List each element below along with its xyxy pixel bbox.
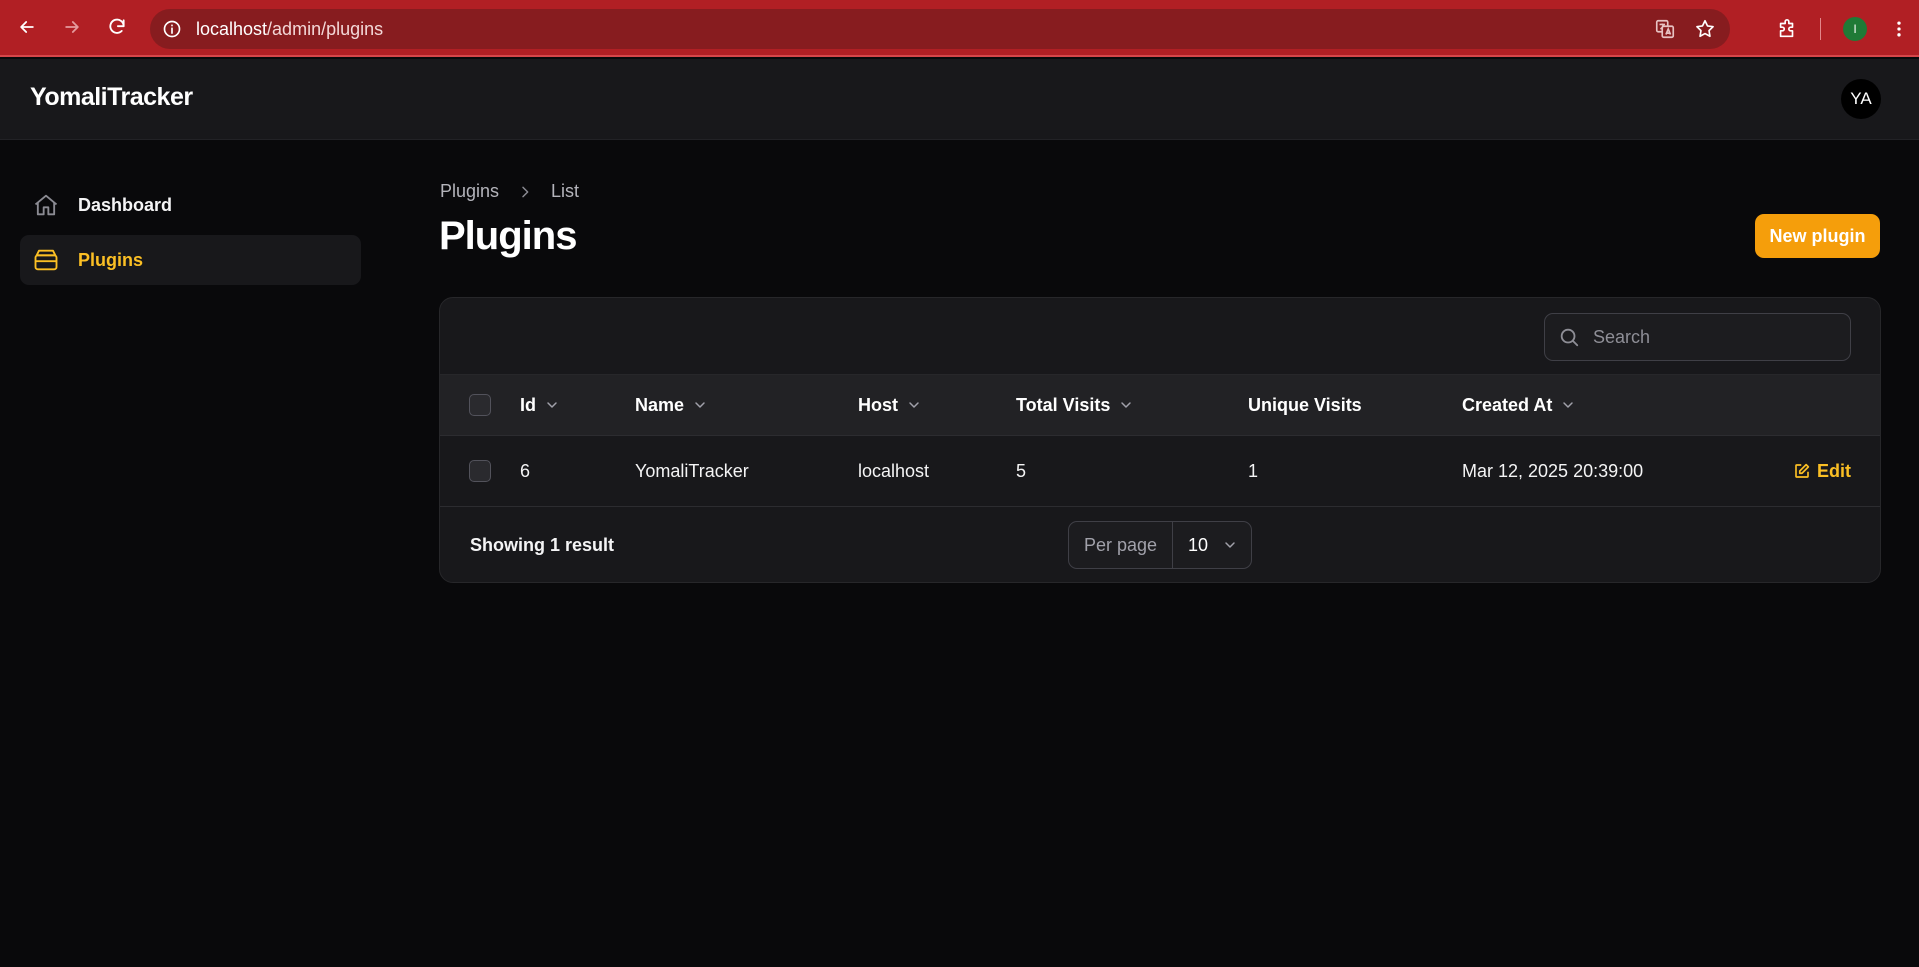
user-avatar[interactable]: YA	[1841, 79, 1881, 119]
more-menu-icon[interactable]	[1889, 19, 1909, 39]
cell-host: localhost	[858, 460, 930, 481]
chevron-down-icon	[909, 402, 919, 408]
extensions-icon[interactable]	[1776, 18, 1798, 40]
column-header-name[interactable]: Name	[635, 375, 708, 435]
forward-button[interactable]	[56, 11, 88, 43]
info-icon	[163, 20, 181, 38]
breadcrumb-current: List	[551, 181, 580, 201]
edit-icon	[1795, 463, 1810, 478]
column-header-unique-visits: Unique Visits	[1248, 375, 1362, 435]
site-info-button[interactable]	[152, 9, 192, 49]
url-path: /admin/plugins	[267, 18, 384, 39]
column-header-id[interactable]: Id	[520, 375, 560, 435]
per-page-control: Per page 10	[1068, 521, 1252, 569]
per-page-select[interactable]: 10	[1173, 522, 1251, 568]
profile-avatar[interactable]: I	[1843, 17, 1867, 41]
per-page-label: Per page	[1069, 522, 1173, 568]
chevron-right-icon	[522, 186, 529, 197]
table-toolbar	[440, 298, 1880, 375]
sidebar-item-label: Dashboard	[78, 194, 173, 215]
breadcrumb-parent[interactable]: Plugins	[440, 181, 499, 202]
row-checkbox[interactable]	[469, 460, 491, 482]
edit-label: Edit	[1817, 460, 1851, 481]
url-host: localhost	[196, 18, 268, 39]
cell-total-visits: 5	[1016, 460, 1027, 481]
app-header: YomaliTracker YA	[0, 59, 1919, 140]
table-footer: Showing 1 result Per page 10	[440, 507, 1880, 582]
chevron-down-icon	[1121, 402, 1132, 408]
search-input[interactable]	[1593, 326, 1833, 348]
column-header-label: Host	[858, 394, 898, 415]
column-header-total-visits[interactable]: Total Visits	[1016, 375, 1134, 435]
sidebar: Dashboard Plugins	[20, 180, 361, 290]
cell-id: 6	[520, 460, 531, 481]
column-header-created-at[interactable]: Created At	[1462, 375, 1576, 435]
plugins-table-card: Id Name Host Total Visits Unique Visits …	[439, 297, 1881, 583]
per-page-value: 10	[1188, 534, 1209, 555]
new-plugin-button[interactable]: New plugin	[1755, 214, 1880, 258]
column-header-label: Total Visits	[1016, 394, 1111, 415]
table-header: Id Name Host Total Visits Unique Visits …	[440, 375, 1880, 436]
cell-name: YomaliTracker	[635, 460, 749, 481]
column-header-label: Created At	[1462, 394, 1553, 415]
chevron-down-icon	[547, 402, 557, 408]
column-header-host[interactable]: Host	[858, 375, 922, 435]
results-count: Showing 1 result	[470, 534, 615, 555]
address-bar[interactable]: localhost/admin/plugins	[150, 9, 1730, 49]
edit-button[interactable]: Edit	[1793, 461, 1851, 482]
sidebar-item-dashboard[interactable]: Dashboard	[20, 180, 361, 230]
cell-created-at: Mar 12, 2025 20:39:00	[1462, 460, 1644, 481]
chevron-down-icon	[695, 402, 705, 408]
toolbar-divider	[1820, 18, 1821, 40]
url-text: localhost/admin/plugins	[196, 19, 383, 40]
brand-logo[interactable]: YomaliTracker	[30, 83, 193, 112]
bookmark-star-icon[interactable]	[1694, 18, 1716, 40]
reload-icon	[109, 18, 125, 34]
arrow-left-icon	[20, 21, 34, 33]
reload-button[interactable]	[101, 11, 133, 43]
home-icon	[32, 191, 60, 219]
translate-icon[interactable]	[1654, 18, 1676, 40]
column-header-label: Name	[635, 394, 685, 415]
select-all-checkbox[interactable]	[469, 394, 491, 416]
chevron-down-icon	[1563, 402, 1574, 408]
chevron-down-icon	[1225, 542, 1235, 548]
cell-unique-visits: 1	[1248, 460, 1259, 481]
column-header-label: Unique Visits	[1248, 394, 1362, 415]
sidebar-item-plugins[interactable]: Plugins	[20, 235, 361, 285]
page-title: Plugins	[439, 214, 577, 258]
archive-box-icon	[32, 246, 60, 274]
browser-toolbar: localhost/admin/plugins I	[0, 0, 1919, 57]
breadcrumb: Plugins List	[440, 181, 579, 202]
search-icon	[1545, 326, 1593, 348]
column-header-label: Id	[520, 394, 536, 415]
search-field[interactable]	[1544, 313, 1851, 361]
sidebar-item-label: Plugins	[78, 249, 144, 270]
arrow-right-icon	[65, 21, 79, 33]
table-row[interactable]: 6 YomaliTracker localhost 5 1 Mar 12, 20…	[440, 436, 1880, 507]
back-button[interactable]	[11, 11, 43, 43]
